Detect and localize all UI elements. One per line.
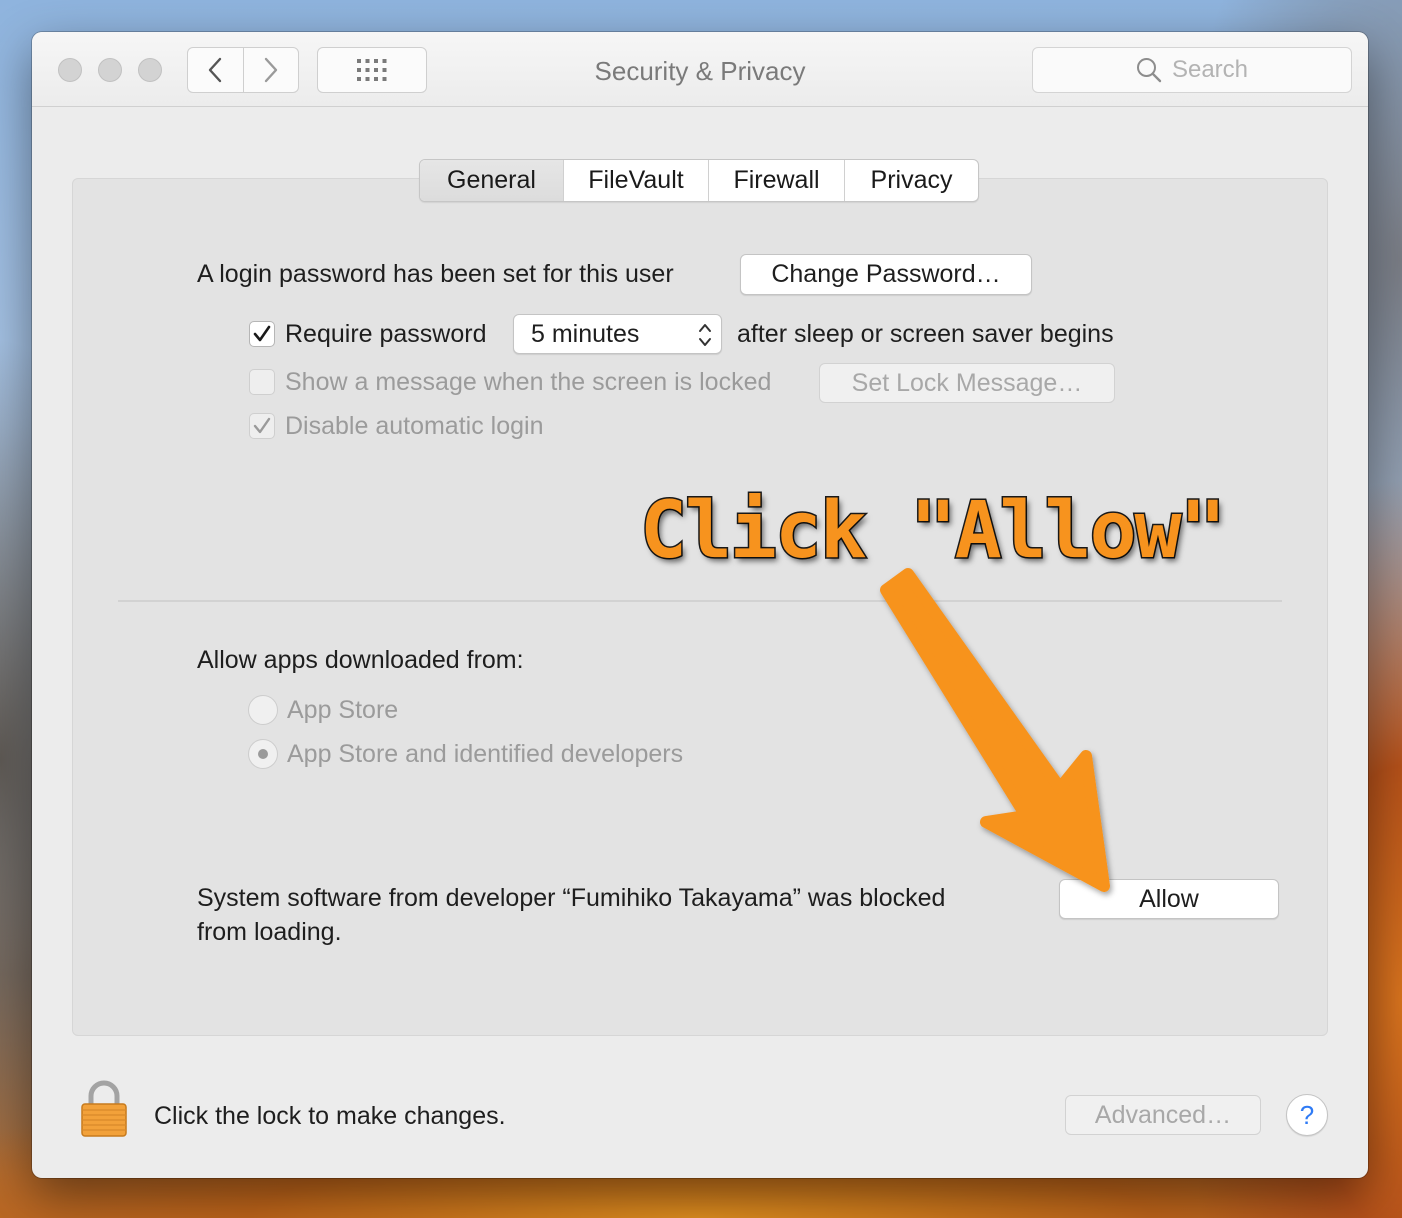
show-message-label: Show a message when the screen is locked [285,368,772,396]
tab-firewall[interactable]: Firewall [708,160,844,201]
help-button[interactable]: ? [1286,1094,1328,1136]
search-field[interactable]: Search [1032,47,1352,93]
password-delay-popup[interactable]: 5 minutes [513,314,722,354]
require-password-label: Require password [285,320,487,348]
annotation-arrow-icon [880,568,1110,892]
tab-privacy[interactable]: Privacy [844,160,978,201]
change-password-button[interactable]: Change Password… [740,254,1032,295]
annotation-click-allow: Click "Allow" [638,485,1227,578]
search-placeholder: Search [1171,56,1249,83]
advanced-button[interactable]: Advanced… [1065,1095,1261,1135]
lock-icon[interactable] [80,1080,128,1138]
tab-bar: General FileVault Firewall Privacy [419,159,979,202]
show-message-checkbox[interactable] [249,369,275,395]
radio-identified-developers-label: App Store and identified developers [287,740,684,768]
blocked-software-message: System software from developer “Fumihiko… [197,884,946,912]
lock-hint-label: Click the lock to make changes. [154,1102,506,1130]
radio-selected-dot [258,749,268,759]
allow-apps-heading: Allow apps downloaded from: [197,646,524,674]
title-bar: Security & Privacy Search [32,32,1368,107]
search-icon [1136,58,1162,83]
login-password-label: A login password has been set for this u… [197,260,674,288]
disable-auto-login-checkbox[interactable] [249,413,275,439]
radio-app-store[interactable] [248,695,278,725]
after-sleep-label: after sleep or screen saver begins [737,320,1114,348]
preferences-window: Security & Privacy Search General FileVa… [32,32,1368,1178]
tab-general[interactable]: General [420,160,563,201]
disable-auto-login-label: Disable automatic login [285,412,544,440]
require-password-checkbox[interactable] [249,321,275,347]
password-delay-value: 5 minutes [531,320,640,348]
checkmark-icon [253,325,271,342]
checkmark-icon [253,417,271,434]
up-down-arrows-icon [699,324,711,346]
set-lock-message-button[interactable]: Set Lock Message… [819,363,1115,403]
radio-app-store-label: App Store [287,696,399,724]
blocked-software-message-cont: from loading. [197,918,342,946]
tab-filevault[interactable]: FileVault [563,160,708,201]
radio-identified-developers[interactable] [248,739,278,769]
